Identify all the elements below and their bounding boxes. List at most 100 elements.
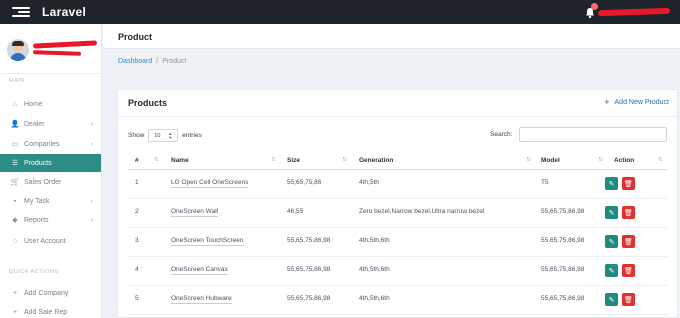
chevron-left-icon: ‹ [90, 216, 93, 224]
cell-model: T5 [541, 179, 549, 186]
trash-icon: 🗑 [624, 209, 633, 217]
sort-icon: ⇅ [658, 157, 663, 163]
redacted-username[interactable] [597, 7, 671, 17]
cell-id: 3 [135, 237, 139, 244]
cell-size: 46,55 [287, 208, 304, 215]
cell-model: 55,65,75,86,98 [541, 237, 585, 244]
entries-value: 10 [154, 132, 161, 139]
sidebar-item-dealer[interactable]: 👤 Dealer ‹ [0, 115, 101, 133]
pencil-icon: ✎ [608, 267, 615, 275]
card-divider [118, 116, 677, 117]
trash-icon: 🗑 [624, 267, 633, 275]
sidebar-item-label: Reports [24, 216, 49, 224]
cell-name[interactable]: OneScreen Hubware [171, 295, 232, 304]
column-header-id[interactable]: # [135, 157, 139, 164]
chevron-left-icon: ‹ [90, 140, 93, 148]
sort-icon: ⇅ [598, 157, 603, 163]
edit-button[interactable]: ✎ [605, 177, 618, 190]
redacted-profile-role [32, 50, 82, 56]
delete-button[interactable]: 🗑 [622, 235, 635, 248]
cell-model: 55,65,75,86,98 [541, 208, 585, 215]
entries-length-control: Show 10 ▲ ▼ entries [128, 129, 202, 142]
search-input[interactable] [519, 127, 667, 142]
sidebar-item-my-task[interactable]: ▪ My Task ‹ [0, 192, 101, 210]
breadcrumb: Dashboard / Product [118, 58, 186, 65]
sidebar-item-home[interactable]: ⌂ Home [0, 95, 101, 113]
page-header: Product [103, 24, 680, 49]
sidebar-item-label: My Task [24, 197, 50, 205]
sidebar-item-label: Products [24, 159, 52, 167]
cell-name[interactable]: OneScreen Wall [171, 208, 219, 217]
page-title: Product [118, 32, 153, 42]
cell-generation: 4th,5th,6th [359, 237, 390, 244]
cell-id: 2 [135, 208, 139, 215]
cell-name[interactable]: OneScreen TouchScreen [171, 237, 244, 246]
cell-generation: 4th,5th,6th [359, 266, 390, 273]
home-icon: ⌂ [12, 100, 18, 108]
table-row: 3 OneScreen TouchScreen 55,65,75,86,98 4… [128, 228, 668, 257]
user-profile [0, 24, 102, 74]
search-label: Search: [490, 131, 513, 138]
avatar[interactable] [7, 39, 29, 61]
cell-name[interactable]: LG Open Cell OneScreens [171, 179, 249, 188]
table-row: 4 OneScreen Canvas 55,65,75,86,98 4th,5t… [128, 257, 668, 286]
pencil-icon: ✎ [608, 180, 615, 188]
column-header-model[interactable]: Model [541, 157, 560, 164]
cell-name[interactable]: OneScreen Canvas [171, 266, 228, 275]
brand-logo[interactable]: Laravel [42, 5, 86, 19]
column-header-action[interactable]: Action [614, 157, 634, 164]
edit-button[interactable]: ✎ [605, 293, 618, 306]
add-new-product-button[interactable]: + Add New Product [604, 98, 669, 107]
show-label: Show [128, 132, 145, 139]
sidebar-item-label: Sales Order [24, 178, 62, 186]
column-header-size[interactable]: Size [287, 157, 300, 164]
quick-action-add-company[interactable]: + Add Company [0, 284, 101, 302]
list-icon: ☰ [11, 160, 19, 167]
products-card: Products + Add New Product Show 10 ▲ ▼ en… [117, 89, 678, 318]
menu-toggle-icon[interactable] [12, 7, 30, 17]
pencil-icon: ✎ [608, 238, 615, 246]
quick-action-add-sale-rep[interactable]: + Add Sale Rep [0, 303, 101, 318]
breadcrumb-dashboard-link[interactable]: Dashboard [118, 58, 152, 65]
edit-button[interactable]: ✎ [605, 264, 618, 277]
delete-button[interactable]: 🗑 [622, 293, 635, 306]
cell-generation: 4th,5th,6th [359, 295, 390, 302]
column-header-name[interactable]: Name [171, 157, 189, 164]
user-icon: ○ [12, 237, 18, 245]
cell-id: 1 [135, 179, 139, 186]
select-arrows-icon: ▲ ▼ [168, 131, 173, 140]
sidebar-item-products[interactable]: ☰ Products [0, 154, 101, 172]
pencil-icon: ✎ [608, 209, 615, 217]
table-row: 5 OneScreen Hubware 55,65,75,86,98 4th,5… [128, 286, 668, 315]
notification-badge [591, 3, 598, 10]
sort-icon: ⇅ [342, 157, 347, 163]
table-row: 1 LG Open Cell OneScreens 55,65,75,86 4t… [128, 170, 668, 199]
delete-button[interactable]: 🗑 [622, 264, 635, 277]
chevron-left-icon: ‹ [90, 120, 93, 128]
trash-icon: 🗑 [624, 180, 633, 188]
card-title: Products [128, 98, 168, 108]
sort-icon: ⇅ [271, 157, 276, 163]
chevron-left-icon: ‹ [90, 197, 93, 205]
tag-icon: ◆ [12, 217, 18, 224]
cell-model: 55,65,75,86,98 [541, 295, 585, 302]
plus-icon: + [12, 289, 18, 297]
sidebar-item-user-account[interactable]: ○ User Account [0, 232, 101, 250]
sidebar-item-sales-order[interactable]: 🛒 Sales Order [0, 173, 101, 191]
section-label-main: MAIN [9, 78, 25, 84]
delete-button[interactable]: 🗑 [622, 177, 635, 190]
edit-button[interactable]: ✎ [605, 206, 618, 219]
cell-generation: Zero bezel,Narrow bezel,Ultra narrow bez… [359, 208, 485, 215]
sidebar-item-reports[interactable]: ◆ Reports ‹ [0, 211, 101, 229]
breadcrumb-separator: / [156, 58, 159, 65]
entries-select[interactable]: 10 ▲ ▼ [148, 129, 179, 142]
table-row: 2 OneScreen Wall 46,55 Zero bezel,Narrow… [128, 199, 668, 228]
sidebar-item-companies[interactable]: ▭ Companies ‹ [0, 135, 101, 153]
breadcrumb-current: Product [162, 58, 187, 65]
edit-button[interactable]: ✎ [605, 235, 618, 248]
notification-bell-icon[interactable] [584, 3, 598, 19]
column-header-generation[interactable]: Generation [359, 157, 393, 164]
pencil-icon: ✎ [608, 296, 615, 304]
delete-button[interactable]: 🗑 [622, 206, 635, 219]
cell-id: 5 [135, 295, 139, 302]
